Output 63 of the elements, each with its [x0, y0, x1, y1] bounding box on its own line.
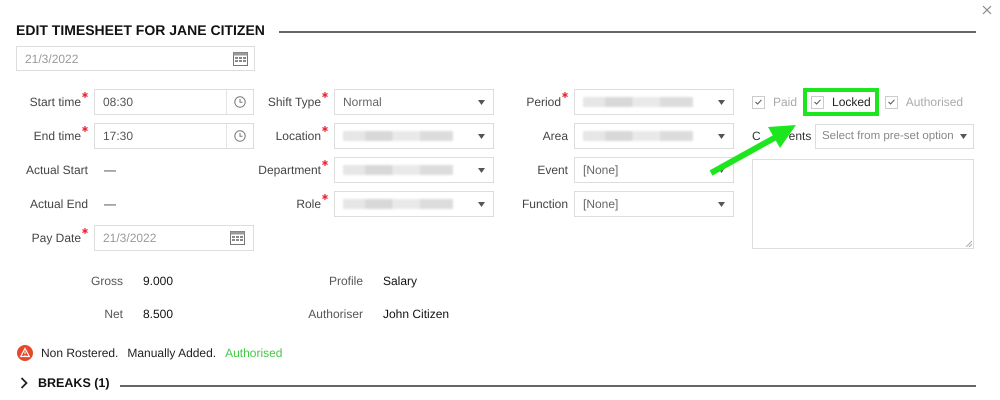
- dropdown-caret-icon: [478, 202, 485, 206]
- calendar-icon[interactable]: [230, 231, 245, 245]
- dropdown-caret-icon: [960, 134, 967, 138]
- field-label: Department: [258, 163, 321, 177]
- field-label: Actual Start: [26, 163, 88, 177]
- checkmark-icon: [814, 99, 822, 105]
- dropdown-caret-icon: [478, 168, 485, 172]
- resize-grip-icon[interactable]: [965, 240, 972, 247]
- summary-label: Profile: [328, 274, 363, 288]
- field-label: Role: [296, 197, 321, 211]
- dropdown-caret-icon: [718, 168, 725, 172]
- checkbox-option[interactable]: Locked: [803, 88, 879, 116]
- breaks-section-toggle[interactable]: BREAKS (1): [38, 376, 110, 390]
- field-label: Actual End: [30, 197, 88, 211]
- checkmark-icon: [755, 99, 762, 105]
- select-field[interactable]: Normal: [334, 89, 494, 115]
- field-value: —: [104, 197, 116, 211]
- time-field[interactable]: 08:30: [94, 89, 254, 115]
- summary-label: Gross: [90, 274, 123, 288]
- select-field[interactable]: [574, 89, 734, 115]
- select-field[interactable]: [574, 123, 734, 149]
- comments-label: C: [752, 129, 761, 143]
- summary-value: John Citizen: [383, 306, 450, 320]
- select-field[interactable]: [None]: [574, 191, 734, 217]
- dropdown-caret-icon: [718, 100, 725, 104]
- dialog-title: EDIT TIMESHEET FOR JANE CITIZEN: [16, 22, 265, 38]
- summary-label: Authoriser: [308, 306, 363, 320]
- field-label: End time: [34, 129, 81, 143]
- status-text: Authorised: [225, 346, 282, 360]
- dropdown-caret-icon: [718, 134, 725, 138]
- clock-icon[interactable]: [234, 130, 246, 142]
- calendar-icon[interactable]: [233, 52, 248, 66]
- time-field[interactable]: 17:30: [94, 123, 254, 149]
- summary-label: Net: [104, 306, 123, 320]
- preset-select[interactable]: Select from pre-set option: [815, 124, 974, 148]
- field-label: Function: [522, 197, 568, 211]
- field-label: Event: [537, 163, 568, 177]
- checkmark-icon: [888, 99, 895, 105]
- dropdown-caret-icon: [478, 100, 485, 104]
- select-field[interactable]: [334, 123, 494, 149]
- field-value: —: [104, 163, 116, 177]
- close-icon[interactable]: [982, 5, 992, 15]
- field-label: Start time: [30, 95, 81, 109]
- clock-icon[interactable]: [234, 96, 246, 108]
- dropdown-caret-icon: [718, 202, 725, 206]
- dropdown-caret-icon: [478, 134, 485, 138]
- field-label: Pay Date: [32, 231, 81, 245]
- status-text: Non Rostered.: [41, 346, 118, 360]
- chevron-right-icon[interactable]: [20, 377, 28, 389]
- field-label: Shift Type: [268, 95, 321, 109]
- field-label: Area: [542, 129, 568, 143]
- comments-label: ents: [788, 129, 812, 143]
- field-label: Period: [526, 95, 561, 109]
- select-field[interactable]: [334, 191, 494, 217]
- field-label: Location: [276, 129, 321, 143]
- summary-value: 8.500: [143, 306, 174, 320]
- checkbox[interactable]: [811, 96, 824, 108]
- warning-icon: [17, 345, 33, 361]
- summary-value: Salary: [383, 274, 418, 288]
- summary-value: 9.000: [143, 274, 174, 288]
- status-text: Manually Added.: [127, 346, 216, 360]
- select-field[interactable]: [334, 157, 494, 183]
- select-field[interactable]: [None]: [574, 157, 734, 183]
